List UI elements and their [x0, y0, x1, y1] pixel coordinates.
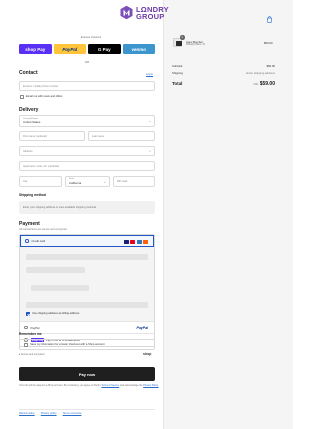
total-row: Total USD $59.00: [172, 81, 275, 87]
paypal-label: PayPal: [30, 325, 40, 330]
chevron-down-icon: ⌄: [148, 119, 151, 123]
cvv-field[interactable]: [30, 285, 90, 291]
newsletter-checkbox[interactable]: [20, 95, 24, 99]
subtotal-label: Subtotal: [172, 64, 183, 68]
email-placeholder: Email or mobile phone number: [23, 84, 59, 88]
google-pay-button[interactable]: G Pay: [88, 44, 121, 54]
mastercard-icon: [130, 239, 136, 244]
payment-title: Payment: [19, 221, 40, 227]
card-brand-logos: [124, 239, 148, 244]
paypal-radio[interactable]: [24, 325, 28, 330]
jacket-image: [175, 40, 182, 46]
last-name-field[interactable]: Last name: [88, 131, 155, 141]
chevron-down-icon: ⌄: [103, 179, 106, 184]
credit-card-radio[interactable]: [25, 239, 29, 243]
zip-placeholder: ZIP code: [117, 180, 128, 183]
card-expiry-cvv-row: [26, 263, 148, 299]
shop-pay-button[interactable]: shop Pay: [19, 44, 52, 54]
discover-icon: [143, 239, 148, 244]
apartment-placeholder: Apartment, suite, etc. (optional): [23, 164, 60, 168]
footer-divider: [19, 409, 155, 410]
billing-same-row: Use shipping address as billing address: [26, 311, 148, 317]
payment-methods: Credit card Use shipping address as bill…: [19, 234, 155, 347]
credit-card-label: Credit card: [31, 239, 46, 243]
last-name-placeholder: Last name: [92, 134, 105, 138]
checkout-main: [0, 0, 163, 429]
shipping-method-title: Shipping method: [19, 193, 46, 197]
card-details-form: Use shipping address as billing address: [20, 247, 154, 322]
amex-icon: [136, 239, 142, 244]
refund-policy-link[interactable]: Refund policy: [19, 412, 35, 415]
visa-icon: [124, 239, 130, 244]
express-checkout-title: Express checkout: [80, 36, 102, 39]
billing-same-checkbox[interactable]: [26, 312, 30, 316]
country-value: United States: [23, 120, 41, 124]
footer-links: Refund policy Privacy policy Terms of se…: [19, 412, 81, 415]
total-amount: USD $59.00: [253, 81, 275, 87]
terms-text-2: and acknowledge the: [119, 384, 143, 387]
state-value: California: [69, 180, 82, 185]
zip-field[interactable]: ZIP code: [113, 176, 155, 187]
product-price: $59.00: [264, 41, 273, 45]
venmo-button[interactable]: venmo: [122, 44, 155, 54]
secure-encrypted-note: 🔒︎ Secure and encrypted: [19, 353, 44, 356]
total-currency: USD: [253, 83, 259, 86]
city-field[interactable]: City: [19, 176, 62, 187]
brand-line-2: GROUP: [136, 11, 165, 21]
login-link[interactable]: Log in: [146, 73, 153, 76]
billing-same-label: Use shipping address as billing address: [32, 312, 80, 315]
express-checkout-buttons: shop Pay PayPal G Pay venmo: [19, 44, 155, 54]
shopping-bag-icon[interactable]: [266, 10, 273, 23]
contact-title: Contact: [19, 70, 38, 76]
country-select[interactable]: Country/Region United States ⌄: [19, 115, 155, 127]
subtotal-value: $59.00: [266, 64, 275, 68]
first-name-field[interactable]: First name (optional): [19, 131, 85, 141]
subtotal-row: Subtotal $59.00: [172, 64, 275, 68]
or-divider: OR: [84, 60, 90, 64]
paypal-button[interactable]: PayPal: [53, 44, 86, 54]
terms-of-service-footer-link[interactable]: Terms of service: [63, 412, 82, 415]
address-field[interactable]: Address ⌕: [19, 146, 155, 156]
privacy-policy-link[interactable]: Privacy Policy.: [143, 384, 158, 387]
total-value: $59.00: [259, 81, 275, 87]
product-variant: Midnight Black / M: [186, 44, 205, 46]
pay-now-button[interactable]: Pay now: [19, 367, 155, 381]
search-icon: ⌕: [149, 149, 151, 153]
remember-me-title: Remember me: [19, 332, 42, 336]
apartment-field[interactable]: Apartment, suite, etc. (optional): [19, 161, 155, 171]
terms-of-service-link[interactable]: Terms of Service: [101, 384, 119, 387]
name-on-card-field[interactable]: [26, 302, 148, 308]
brand-wordmark: LΩNDRY GROUP: [136, 5, 169, 21]
newsletter-label: Email me with news and offers: [26, 95, 63, 98]
shop-logo: shop: [143, 352, 152, 356]
remember-me-label: Save my information for a faster checkou…: [30, 343, 105, 346]
delivery-title: Delivery: [19, 107, 39, 113]
city-placeholder: City: [23, 180, 28, 183]
credit-card-option[interactable]: Credit card: [20, 235, 154, 247]
email-field[interactable]: Email or mobile phone number: [19, 81, 155, 91]
shipping-label: Shipping: [172, 71, 183, 75]
remember-me-box: Save my information for a faster checkou…: [19, 339, 155, 350]
state-select[interactable]: State California ⌄: [65, 176, 110, 187]
shipping-method-placeholder: Enter your shipping address to view avai…: [19, 201, 155, 214]
terms-text-1: Your info will be saved to a Shop accoun…: [19, 384, 101, 387]
expiry-field[interactable]: [26, 267, 85, 273]
logo-mark-icon: [119, 5, 134, 20]
shipping-value: Enter shipping address: [246, 71, 275, 75]
card-number-field[interactable]: [26, 254, 148, 260]
remember-me-checkbox[interactable]: [24, 343, 28, 347]
terms-notice: Your info will be saved to a Shop accoun…: [19, 384, 159, 387]
brand-logo[interactable]: LΩNDRY GROUP: [119, 5, 169, 20]
secure-text: Secure and encrypted: [20, 353, 45, 356]
quantity-badge: 1: [180, 35, 185, 40]
privacy-policy-footer-link[interactable]: Privacy policy: [41, 412, 57, 415]
paypal-logo: PayPal: [136, 325, 148, 330]
payment-subtitle: All transactions are secure and encrypte…: [19, 228, 68, 231]
address-placeholder: Address: [23, 149, 33, 153]
shipping-row: Shipping Enter shipping address: [172, 71, 275, 75]
total-label: Total: [172, 81, 183, 86]
first-name-placeholder: First name (optional): [23, 134, 47, 138]
